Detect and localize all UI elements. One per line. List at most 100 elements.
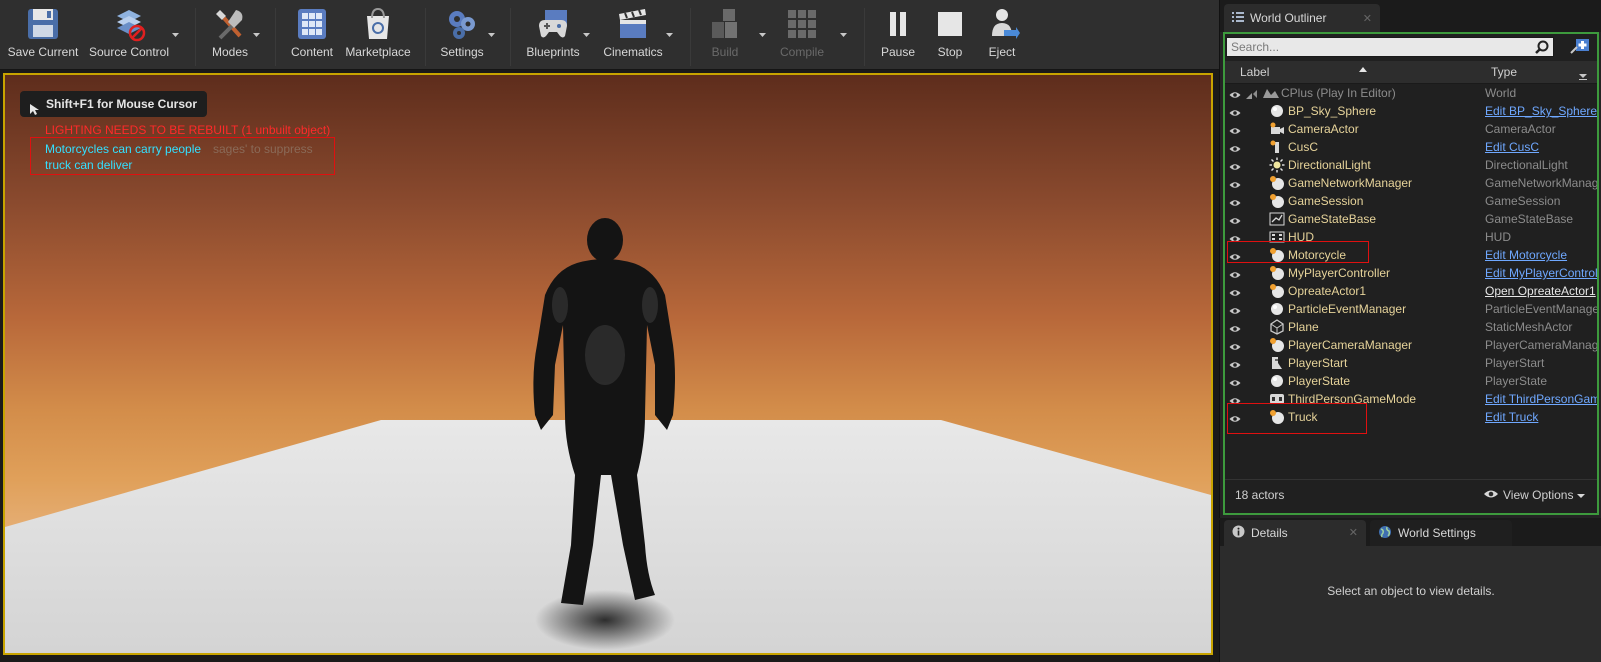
- actor-label: BP_Sky_Sphere: [1288, 104, 1377, 118]
- search-icon: [1535, 40, 1549, 57]
- compile-cubes-icon: [784, 6, 820, 42]
- outliner-row-cameraactor[interactable]: CameraActor CameraActor: [1225, 120, 1597, 138]
- actor-pawn-icon: [1269, 139, 1285, 155]
- actor-label: GameStateBase: [1288, 212, 1377, 226]
- build-button[interactable]: Build: [703, 6, 747, 66]
- visibility-eye-icon[interactable]: [1229, 304, 1241, 318]
- view-options-button[interactable]: View Options: [1483, 488, 1586, 502]
- search-input[interactable]: [1227, 38, 1553, 56]
- visibility-eye-icon[interactable]: [1229, 340, 1241, 354]
- cinematics-button[interactable]: Cinematics: [601, 6, 665, 66]
- outliner-row-plane[interactable]: Plane StaticMeshActor: [1225, 318, 1597, 336]
- column-type-dropdown-icon[interactable]: [1578, 70, 1588, 84]
- outliner-row-gamesession[interactable]: GameSession GameSession: [1225, 192, 1597, 210]
- actor-type-link[interactable]: Edit CusC: [1485, 140, 1597, 154]
- actor-type-link[interactable]: Edit Truck: [1485, 410, 1597, 424]
- outliner-row-cusc[interactable]: CusC Edit CusC: [1225, 138, 1597, 156]
- pause-icon: [880, 6, 916, 42]
- outliner-row-gamenetworkmanager[interactable]: GameNetworkManager GameNetworkManager: [1225, 174, 1597, 192]
- sun-light-icon: [1269, 157, 1285, 173]
- column-label-header[interactable]: Label: [1240, 65, 1269, 79]
- outliner-row-myplayercontroller[interactable]: MyPlayerController Edit MyPlayerControlle…: [1225, 264, 1597, 282]
- build-dropdown-arrow-icon[interactable]: [758, 30, 767, 39]
- visibility-eye-icon[interactable]: [1229, 88, 1241, 102]
- compile-dropdown-arrow-icon[interactable]: [839, 30, 848, 39]
- visibility-eye-icon[interactable]: [1229, 358, 1241, 372]
- content-button[interactable]: Content: [287, 6, 337, 66]
- outliner-row-opreateactor1[interactable]: OpreateActor1 Open OpreateActor1: [1225, 282, 1597, 300]
- cinematics-dropdown-arrow-icon[interactable]: [665, 30, 674, 39]
- outliner-row-bp-sky-sphere[interactable]: BP_Sky_Sphere Edit BP_Sky_Sphere: [1225, 102, 1597, 120]
- visibility-eye-icon[interactable]: [1229, 106, 1241, 120]
- stop-button[interactable]: Stop: [928, 6, 972, 66]
- outliner-row-playerstate[interactable]: PlayerState PlayerState: [1225, 372, 1597, 390]
- actor-type-link[interactable]: Edit ThirdPersonGameMode: [1485, 392, 1597, 406]
- save-current-button[interactable]: Save Current: [8, 6, 78, 66]
- visibility-eye-icon[interactable]: [1229, 286, 1241, 300]
- outliner-row-playercameramanager[interactable]: PlayerCameraManager PlayerCameraManager: [1225, 336, 1597, 354]
- settings-button[interactable]: Settings: [437, 6, 487, 66]
- level-viewport[interactable]: Shift+F1 for Mouse Cursor LIGHTING NEEDS…: [3, 73, 1213, 655]
- visibility-eye-icon[interactable]: [1229, 214, 1241, 228]
- visibility-eye-icon[interactable]: [1229, 196, 1241, 210]
- details-empty-message: Select an object to view details.: [1327, 584, 1495, 598]
- actor-type-label: PlayerState: [1485, 374, 1548, 388]
- compile-button[interactable]: Compile: [776, 6, 828, 66]
- actor-type-link[interactable]: Open OpreateActor1: [1485, 284, 1597, 298]
- settings-dropdown-arrow-icon[interactable]: [487, 30, 496, 39]
- info-icon: [1232, 525, 1245, 541]
- pause-button[interactable]: Pause: [876, 6, 920, 66]
- visibility-eye-icon[interactable]: [1229, 142, 1241, 156]
- visibility-eye-icon[interactable]: [1229, 322, 1241, 336]
- blueprints-dropdown-arrow-icon[interactable]: [582, 30, 591, 39]
- graph-icon: [1269, 211, 1285, 227]
- actor-type-link[interactable]: Edit Motorcycle: [1485, 248, 1597, 262]
- actor-type-label: ParticleEventManager: [1485, 302, 1597, 316]
- marketplace-button[interactable]: Marketplace: [342, 6, 414, 66]
- actor-label: PlayerCameraManager: [1288, 338, 1413, 352]
- modes-button[interactable]: Modes: [205, 6, 255, 66]
- modes-dropdown-arrow-icon[interactable]: [252, 30, 261, 39]
- highlight-box-motorcycle: [1227, 241, 1369, 263]
- visibility-eye-icon[interactable]: [1229, 124, 1241, 138]
- actor-sphere-icon: [1269, 175, 1285, 191]
- actor-type-label: HUD: [1485, 230, 1511, 244]
- visibility-eye-icon[interactable]: [1229, 178, 1241, 192]
- actor-type-label: StaticMeshActor: [1485, 320, 1573, 334]
- tab-details[interactable]: Details ✕: [1224, 520, 1366, 546]
- actor-label: Plane: [1288, 320, 1319, 334]
- player-start-icon: [1269, 355, 1285, 371]
- world-icon: [1251, 85, 1279, 101]
- outliner-row-directionallight[interactable]: DirectionalLight DirectionalLight: [1225, 156, 1597, 174]
- highlight-box-messages: [30, 137, 335, 175]
- outliner-row-playerstart[interactable]: PlayerStart PlayerStart: [1225, 354, 1597, 372]
- outliner-row-gamestatebase[interactable]: GameStateBase GameStateBase: [1225, 210, 1597, 228]
- blueprints-button[interactable]: Blueprints: [522, 6, 584, 66]
- details-tab-strip: Details ✕ World Settings: [1220, 520, 1601, 546]
- add-actor-icon[interactable]: [1569, 37, 1591, 57]
- actor-label: OpreateActor1: [1288, 284, 1367, 298]
- actor-type-link[interactable]: Edit MyPlayerController: [1485, 266, 1597, 280]
- tab-world-settings[interactable]: World Settings: [1370, 520, 1512, 546]
- chevron-down-icon: [1577, 488, 1586, 502]
- visibility-eye-icon[interactable]: [1229, 376, 1241, 390]
- mouse-pointer-icon: [29, 98, 39, 124]
- outliner-tab-strip: World Outliner ✕: [1220, 0, 1601, 32]
- column-type-header[interactable]: Type: [1491, 65, 1517, 79]
- outliner-search-field[interactable]: [1226, 37, 1554, 57]
- actor-label: ParticleEventManager: [1288, 302, 1407, 316]
- actor-type-link[interactable]: Edit BP_Sky_Sphere: [1485, 104, 1597, 118]
- sort-ascending-icon[interactable]: [1359, 61, 1367, 75]
- globe-icon: [1378, 525, 1392, 542]
- outliner-row-particleeventmanager[interactable]: ParticleEventManager ParticleEventManager: [1225, 300, 1597, 318]
- outliner-row-cplus-play-in-editor[interactable]: CPlus (Play In Editor) World: [1225, 84, 1597, 102]
- source-control-dropdown-arrow-icon[interactable]: [171, 30, 180, 39]
- source-control-button[interactable]: Source Control: [88, 6, 170, 66]
- tab-world-outliner[interactable]: World Outliner ✕: [1224, 4, 1380, 32]
- close-tab-icon[interactable]: ✕: [1363, 12, 1372, 25]
- eject-button[interactable]: Eject: [980, 6, 1024, 66]
- actor-count-label: 18 actors: [1235, 488, 1285, 502]
- visibility-eye-icon[interactable]: [1229, 268, 1241, 282]
- visibility-eye-icon[interactable]: [1229, 160, 1241, 174]
- close-tab-icon[interactable]: ✕: [1349, 526, 1358, 539]
